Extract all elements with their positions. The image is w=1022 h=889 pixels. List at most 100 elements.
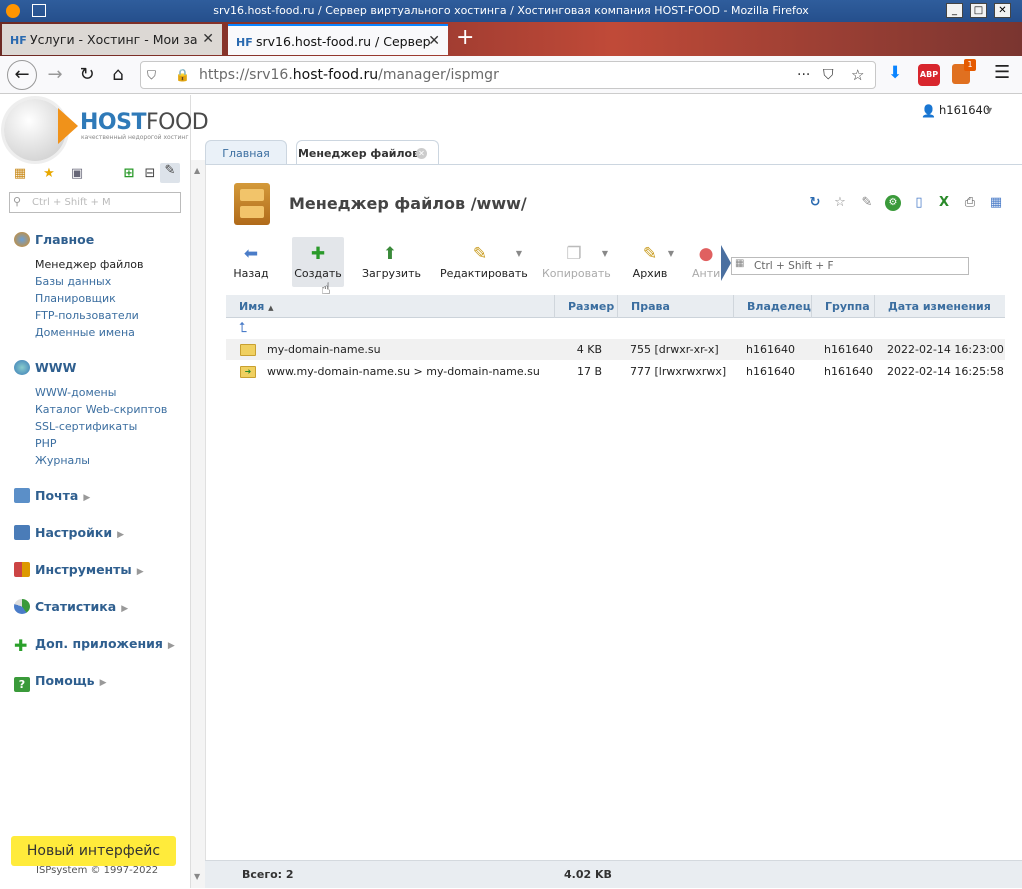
close-window-button[interactable]: ✕ xyxy=(994,3,1011,18)
downloads-icon[interactable]: ⬇ xyxy=(888,63,902,83)
column-group[interactable]: Группа xyxy=(811,295,874,318)
sidebar-item-ftp-users[interactable]: FTP-пользователи xyxy=(35,309,139,322)
print-icon[interactable]: ⎙ xyxy=(962,195,978,211)
sidebar-item-logs[interactable]: Журналы xyxy=(35,454,90,467)
collapse-all-icon[interactable]: ⊟ xyxy=(141,166,159,182)
close-tab-icon[interactable]: ✕ xyxy=(416,148,427,159)
sidebar-section-settings[interactable]: Настройки ▶ xyxy=(14,525,124,540)
archive-dropdown-icon: ▼ xyxy=(667,249,674,258)
sidebar-item-domain-names[interactable]: Доменные имена xyxy=(35,326,135,339)
back-arrow-icon: ⬅ xyxy=(243,244,259,264)
sidebar-item-databases[interactable]: Базы данных xyxy=(35,275,111,288)
edit-button[interactable]: ✎ Редактировать ▼ xyxy=(440,237,528,287)
archive-icon: ✎ xyxy=(642,244,658,264)
sidebar-section-mail[interactable]: Почта ▶ xyxy=(14,488,90,503)
chevron-right-icon: ▶ xyxy=(99,678,107,688)
column-owner[interactable]: Владелец xyxy=(733,295,811,318)
sidebar-section-addons[interactable]: ✚ Доп. приложения ▶ xyxy=(14,636,175,654)
browser-tab-active[interactable]: HF srv16.host-food.ru / Сервер ✕ xyxy=(228,24,448,55)
close-tab-icon[interactable]: ✕ xyxy=(428,26,440,55)
site-info-icon[interactable]: ⛉ xyxy=(147,62,156,88)
column-name[interactable]: Имя ▲ xyxy=(226,295,554,318)
search-icon: ⚲ xyxy=(13,195,22,208)
tree-view-icon[interactable]: ▦ xyxy=(11,166,29,182)
reload-icon[interactable]: ↻ xyxy=(73,63,101,87)
expand-all-icon[interactable]: ⊞ xyxy=(120,166,138,182)
window-menu-icon[interactable] xyxy=(32,4,46,17)
close-tab-icon[interactable]: ✕ xyxy=(202,24,214,55)
upload-button[interactable]: ⬆ Загрузить xyxy=(362,237,421,287)
back-button[interactable]: ⬅ Назад xyxy=(230,237,272,287)
file-name[interactable]: my-domain-name.su xyxy=(267,339,381,360)
user-dropdown-icon[interactable]: ▼ xyxy=(986,106,992,115)
sidebar-section-tools[interactable]: Инструменты ▶ xyxy=(14,562,144,577)
pin-icon[interactable]: ✎ xyxy=(859,195,875,211)
folder-icon xyxy=(240,344,256,356)
toolbar-scroll-arrow-icon[interactable] xyxy=(721,245,731,281)
minimize-button[interactable]: _ xyxy=(946,3,963,18)
excel-export-icon[interactable]: X xyxy=(936,195,952,211)
logo-arrow-icon xyxy=(58,108,78,144)
pocket-icon[interactable]: ⛉ xyxy=(823,62,834,88)
maximize-button[interactable]: □ xyxy=(970,3,987,18)
pie-chart-icon xyxy=(14,599,30,614)
browser-tab-services[interactable]: HF Услуги - Хостинг - Мои за ✕ xyxy=(2,24,222,55)
sidebar-item-www-domains[interactable]: WWW-домены xyxy=(35,386,116,399)
briefcase-icon[interactable]: ▣ xyxy=(68,166,86,182)
adblock-icon[interactable]: ABP xyxy=(918,64,940,86)
column-modified-date[interactable]: Дата изменения xyxy=(874,295,1005,318)
copy-button[interactable]: ❐ Копировать ▼ xyxy=(542,237,611,287)
table-row[interactable]: my-domain-name.su 4 KB 755 [drwxr-xr-x] … xyxy=(226,339,1005,360)
sidebar-item-ssl[interactable]: SSL-сертификаты xyxy=(35,420,137,433)
sidebar-section-help[interactable]: ? Помощь ▶ xyxy=(14,673,107,692)
create-button[interactable]: ✚ Создать xyxy=(292,237,344,287)
home-icon[interactable]: ⌂ xyxy=(104,63,132,87)
page-actions-icon[interactable]: ··· xyxy=(797,62,810,88)
sidebar-section-statistics[interactable]: Статистика ▶ xyxy=(14,599,128,614)
column-size[interactable]: Размер xyxy=(554,295,617,318)
sidebar-search-input[interactable]: Ctrl + Shift + M xyxy=(9,192,181,213)
sidebar-section-main[interactable]: Главное xyxy=(14,232,94,247)
antivirus-button[interactable]: ● Анти xyxy=(692,237,720,287)
hamburger-menu-icon[interactable]: ☰ xyxy=(994,62,1010,83)
file-group: h161640 xyxy=(824,365,873,378)
refresh-icon[interactable]: ↻ xyxy=(807,195,823,211)
tab-home[interactable]: Главная xyxy=(205,140,287,165)
chevron-right-icon: ▶ xyxy=(136,567,144,577)
sidebar-section-www[interactable]: WWW xyxy=(14,360,76,375)
new-tab-button[interactable]: + xyxy=(456,26,474,50)
new-interface-button[interactable]: Новый интерфейс xyxy=(11,836,176,866)
user-name[interactable]: h161640 xyxy=(939,103,990,117)
back-arrow-icon[interactable]: ← xyxy=(7,60,37,90)
bookmark-star-icon[interactable]: ☆ xyxy=(851,62,864,88)
pin-icon[interactable]: ✎ xyxy=(160,163,180,183)
parent-directory-icon[interactable]: ⮤ xyxy=(239,321,255,336)
file-name[interactable]: www.my-domain-name.su > my-domain-name.s… xyxy=(267,361,540,382)
tab-label: srv16.host-food.ru / Сервер xyxy=(256,34,431,49)
file-date: 2022-02-14 16:23:00 xyxy=(887,343,1004,356)
table-row-parent[interactable]: ⮤ xyxy=(226,318,1005,339)
favorites-star-icon[interactable]: ★ xyxy=(40,166,58,182)
window-title-bar: srv16.host-food.ru / Сервер виртуального… xyxy=(0,0,1022,22)
sidebar-item-scheduler[interactable]: Планировщик xyxy=(35,292,116,305)
column-permissions[interactable]: Права xyxy=(617,295,733,318)
file-owner: h161640 xyxy=(746,365,795,378)
table-row[interactable]: ➜ www.my-domain-name.su > my-domain-name… xyxy=(226,361,1005,382)
forward-arrow-icon[interactable]: → xyxy=(41,63,69,87)
url-host: host-food.ru xyxy=(292,67,379,83)
create-file-icon: ✚ xyxy=(310,244,326,264)
edit-dropdown-icon: ▼ xyxy=(515,249,522,258)
tools-icon xyxy=(14,562,30,577)
sidebar-item-php[interactable]: PHP xyxy=(35,437,57,450)
archive-button[interactable]: ✎ Архив ▼ xyxy=(630,237,674,287)
globe-settings-icon[interactable]: ⚙ xyxy=(885,195,901,211)
url-bar[interactable]: ⛉ 🔒 https://srv16.host-food.ru/manager/i… xyxy=(140,61,876,89)
file-search-input[interactable]: Ctrl + Shift + F xyxy=(731,257,969,275)
sidebar-item-file-manager[interactable]: Менеджер файлов xyxy=(35,258,144,271)
sidebar-scrollbar[interactable]: ▲ ▼ xyxy=(191,160,205,888)
lock-icon: 🔒 xyxy=(175,68,190,82)
sidebar-item-web-scripts[interactable]: Каталог Web-скриптов xyxy=(35,403,167,416)
favorite-star-icon[interactable]: ☆ xyxy=(832,195,848,211)
table-settings-icon[interactable]: ▦ xyxy=(988,195,1004,211)
copy-document-icon[interactable]: ▯ xyxy=(911,195,927,211)
